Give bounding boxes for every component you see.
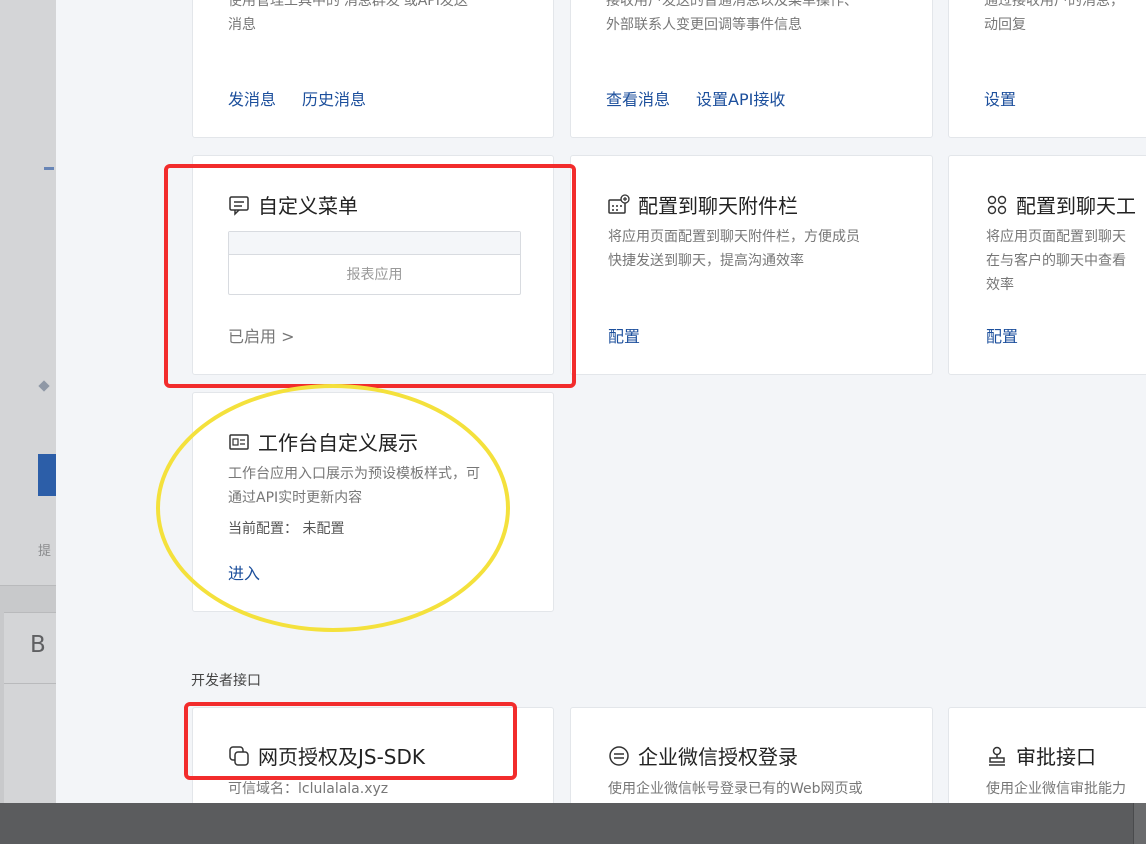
left-panel-top xyxy=(0,0,56,586)
enter-workbench-link[interactable]: 进入 xyxy=(228,560,260,584)
menu-enabled-status-link[interactable]: 已启用 > xyxy=(228,323,295,347)
card-desc: 动回复 xyxy=(984,17,1026,33)
web-auth-icon xyxy=(228,745,250,767)
workbench-icon xyxy=(228,431,250,453)
workbench-config-status: 当前配置： 未配置 xyxy=(228,521,345,537)
approval-api-card: 审批接口 使用企业微信审批能力 xyxy=(948,707,1146,803)
card-title: 工作台自定义展示 xyxy=(228,427,418,456)
card-links: 进入 xyxy=(228,560,260,584)
chat-toolbar-card: 配置到聊天工 将应用页面配置到聊天 在与客户的聊天中查看 效率 配置 xyxy=(948,155,1146,375)
attachment-bar-icon xyxy=(608,193,630,216)
custom-menu-title: 自定义菜单 xyxy=(258,194,358,218)
view-messages-link[interactable]: 查看消息 xyxy=(606,86,670,110)
nav-marker xyxy=(44,167,54,170)
custom-menu-card: 自定义菜单 报表应用 已启用 > xyxy=(192,155,554,375)
tip-text: 提 xyxy=(38,544,52,559)
menu-preview: 报表应用 xyxy=(228,231,521,295)
app-config-main: 使用管理工具中的'消息群发'或API发送 消息 发消息 历史消息 接收用户发送的… xyxy=(56,0,1146,803)
card-links: 查看消息 设置API接收 xyxy=(606,86,785,110)
trusted-domain-text: 可信域名：lclulalala.xyz xyxy=(228,781,389,797)
card-title: 网页授权及JS-SDK xyxy=(228,741,425,770)
card-title: 审批接口 xyxy=(986,741,1096,770)
card-desc: 快捷发送到聊天，提高沟通效率 xyxy=(608,253,804,269)
card-links: 配置 xyxy=(608,323,640,347)
card-desc: 外部联系人变更回调等事件信息 xyxy=(606,17,802,33)
wework-login-card: 企业微信授权登录 使用企业微信帐号登录已有的Web网页或 xyxy=(570,707,933,803)
card-desc: 通过接收用户的消息， xyxy=(984,0,1124,9)
card-desc: 使用管理工具中的'消息群发'或API发送 xyxy=(228,0,468,9)
workbench-display-title: 工作台自定义展示 xyxy=(258,431,418,455)
approval-api-title: 审批接口 xyxy=(1016,745,1096,769)
panel-letter: B xyxy=(30,632,46,658)
configure-toolbar-link[interactable]: 配置 xyxy=(986,323,1018,347)
left-sidebar-overlay: 提 B xyxy=(0,0,56,803)
card-desc: 效率 xyxy=(986,277,1014,293)
card-links: 发消息 历史消息 xyxy=(228,86,366,110)
card-title: 配置到聊天附件栏 xyxy=(608,190,798,219)
card-desc: 将应用页面配置到聊天附件栏，方便成员 xyxy=(608,229,860,245)
chat-attachment-title: 配置到聊天附件栏 xyxy=(638,194,798,218)
approval-icon xyxy=(986,745,1008,767)
send-message-link[interactable]: 发消息 xyxy=(228,86,276,110)
scrollbar[interactable] xyxy=(1133,803,1146,844)
card-links: 配置 xyxy=(986,323,1018,347)
configure-attachment-link[interactable]: 配置 xyxy=(608,323,640,347)
send-message-card: 使用管理工具中的'消息群发'或API发送 消息 发消息 历史消息 xyxy=(192,0,554,138)
card-desc: 在与客户的聊天中查看 xyxy=(986,253,1126,269)
wework-login-title: 企业微信授权登录 xyxy=(638,745,798,769)
toolbar-icon xyxy=(986,194,1008,216)
menu-preview-label: 报表应用 xyxy=(346,267,403,283)
card-title: 企业微信授权登录 xyxy=(608,741,798,770)
auto-reply-card: 通过接收用户的消息， 动回复 设置 xyxy=(948,0,1146,138)
card-title: 自定义菜单 xyxy=(228,190,358,219)
card-desc: 使用企业微信审批能力 xyxy=(986,781,1126,797)
chat-toolbar-title: 配置到聊天工 xyxy=(1016,194,1136,218)
web-auth-title: 网页授权及JS-SDK xyxy=(258,745,426,769)
receive-message-card: 接收用户发送的普通消息以及菜单操作、 外部联系人变更回调等事件信息 查看消息 设… xyxy=(570,0,933,138)
card-title: 配置到聊天工 xyxy=(986,190,1136,219)
card-desc: 工作台应用入口展示为预设模板样式，可 xyxy=(228,466,480,482)
login-auth-icon xyxy=(608,745,630,767)
chat-attachment-card: 配置到聊天附件栏 将应用页面配置到聊天附件栏，方便成员 快捷发送到聊天，提高沟通… xyxy=(570,155,933,375)
card-desc: 使用企业微信帐号登录已有的Web网页或 xyxy=(608,781,863,797)
card-desc: 消息 xyxy=(228,17,256,33)
card-desc: 通过API实时更新内容 xyxy=(228,490,363,506)
card-links: 设置 xyxy=(984,86,1016,110)
card-desc: 将应用页面配置到聊天 xyxy=(986,229,1126,245)
set-api-receive-link[interactable]: 设置API接收 xyxy=(696,86,785,110)
card-desc: 接收用户发送的普通消息以及菜单操作、 xyxy=(606,0,858,9)
menu-icon xyxy=(228,194,250,216)
web-auth-card: 网页授权及JS-SDK 可信域名：lclulalala.xyz xyxy=(192,707,554,803)
workbench-display-card: 工作台自定义展示 工作台应用入口展示为预设模板样式，可 通过API实时更新内容 … xyxy=(192,392,554,612)
primary-button-partial[interactable] xyxy=(38,454,56,496)
message-history-link[interactable]: 历史消息 xyxy=(302,86,366,110)
developer-section-label: 开发者接口 xyxy=(191,673,261,689)
auto-reply-settings-link[interactable]: 设置 xyxy=(984,86,1016,110)
